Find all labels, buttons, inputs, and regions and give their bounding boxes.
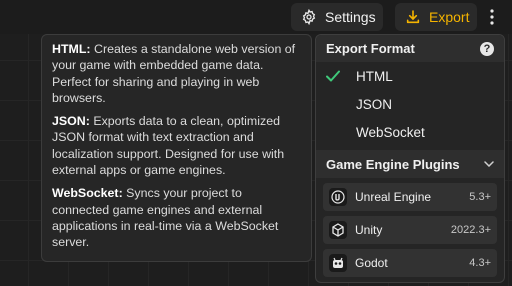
plugin-unreal-engine[interactable]: Unreal Engine 5.3+ <box>323 183 497 211</box>
plugin-godot[interactable]: Godot 4.3+ <box>323 249 497 277</box>
top-toolbar: Settings Export <box>0 0 512 34</box>
format-option-label: JSON <box>356 96 393 112</box>
plugin-version: 2022.3+ <box>450 224 491 236</box>
plugin-name: Unity <box>355 223 383 237</box>
export-button[interactable]: Export <box>395 3 477 31</box>
vertical-ellipsis-icon <box>490 9 494 25</box>
plugin-unity[interactable]: Unity 2022.3+ <box>323 216 497 244</box>
more-options-button[interactable] <box>482 3 502 31</box>
chevron-down-icon <box>484 161 494 167</box>
format-option-websocket[interactable]: WebSocket <box>316 118 504 146</box>
tooltip-term: JSON: <box>52 114 90 129</box>
format-option-json[interactable]: JSON <box>316 90 504 118</box>
download-icon <box>406 10 420 24</box>
tooltip-html-entry: HTML: Creates a standalone web version o… <box>52 41 301 106</box>
format-option-label: HTML <box>356 68 393 84</box>
plugin-name: Godot <box>355 256 388 270</box>
unreal-icon <box>329 188 347 206</box>
settings-label: Settings <box>325 9 376 25</box>
settings-button[interactable]: Settings <box>291 3 383 31</box>
plugins-title: Game Engine Plugins <box>326 156 460 172</box>
checkmark-icon <box>326 69 346 83</box>
gear-icon <box>302 9 316 25</box>
tooltip-term: WebSocket: <box>52 186 123 201</box>
game-engine-plugins-header[interactable]: Game Engine Plugins <box>316 150 504 178</box>
format-option-label: WebSocket <box>356 124 425 140</box>
export-format-tooltip: HTML: Creates a standalone web version o… <box>41 34 312 262</box>
plugin-version: 4.3+ <box>469 257 491 269</box>
tooltip-websocket-entry: WebSocket: Syncs your project to connect… <box>52 185 301 250</box>
export-format-header: Export Format ? <box>316 35 504 62</box>
godot-icon <box>329 254 347 272</box>
format-option-html[interactable]: HTML <box>316 62 504 90</box>
tooltip-json-entry: JSON: Exports data to a clean, optimized… <box>52 113 301 178</box>
tooltip-term: HTML: <box>52 42 91 56</box>
export-label: Export <box>429 9 470 25</box>
export-format-title: Export Format <box>326 41 415 56</box>
help-icon[interactable]: ? <box>480 41 494 56</box>
plugin-version: 5.3+ <box>469 191 491 203</box>
plugin-name: Unreal Engine <box>355 190 432 204</box>
export-menu: Export Format ? HTML JSON WebSocket Game… <box>315 34 505 283</box>
unity-icon <box>329 221 347 239</box>
